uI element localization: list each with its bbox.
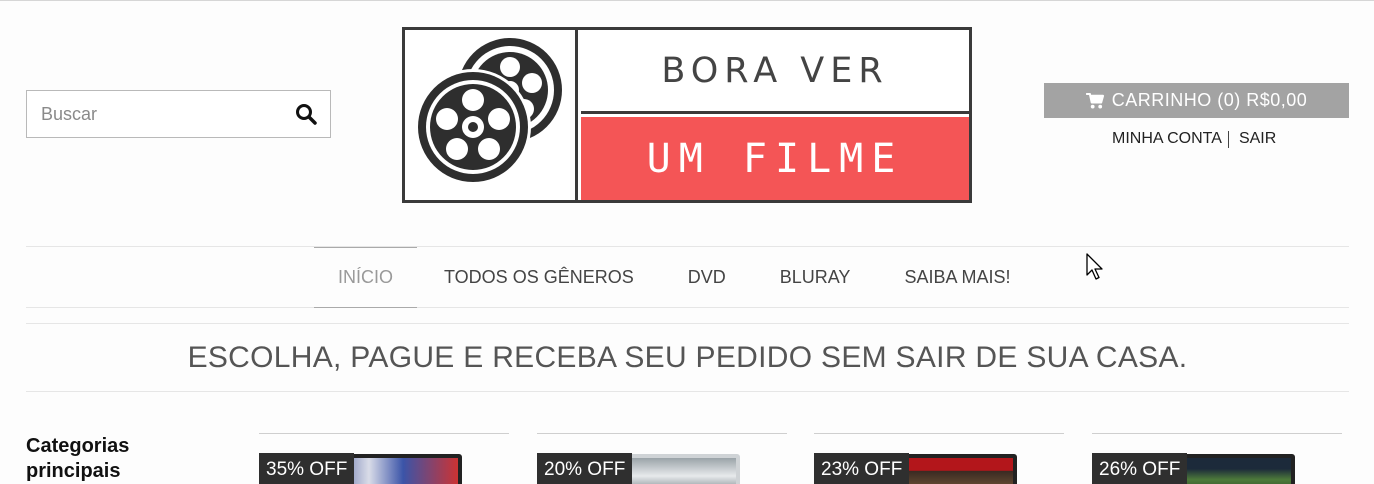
divider <box>1227 130 1229 148</box>
search-box <box>26 90 331 138</box>
store-logo[interactable]: BORA VER UM FILME <box>402 27 972 203</box>
search-icon[interactable] <box>294 102 318 126</box>
discount-badge: 23% OFF <box>814 453 910 484</box>
categories-heading: Categorias principais <box>26 434 129 484</box>
cart-icon <box>1085 92 1104 109</box>
main-nav: INÍCIO TODOS OS GÊNEROS DVD BLURAY SAIBA… <box>26 246 1349 308</box>
categories-heading-line-2: principais <box>26 460 121 482</box>
mouse-cursor-icon <box>1086 253 1103 280</box>
product-card[interactable]: 26% OFF <box>1092 433 1342 484</box>
categories-heading-line-1: Categorias <box>26 435 130 457</box>
nav-item-dvd[interactable]: DVD <box>661 247 753 308</box>
cart-button[interactable]: CARRINHO (0) R$0,00 <box>1044 83 1349 118</box>
logo-line-1: BORA VER <box>581 30 969 114</box>
product-card[interactable]: 35% OFF <box>259 433 509 484</box>
my-account-link[interactable]: MINHA CONTA <box>1112 130 1222 148</box>
nav-item-saiba-mais[interactable]: SAIBA MAIS! <box>877 247 1037 308</box>
nav-item-bluray[interactable]: BLURAY <box>753 247 878 308</box>
search-input[interactable] <box>27 91 287 137</box>
product-card[interactable]: 23% OFF <box>814 433 1064 484</box>
product-card[interactable]: 20% OFF <box>537 433 787 484</box>
discount-badge: 35% OFF <box>259 453 355 484</box>
discount-badge: 20% OFF <box>537 453 633 484</box>
nav-item-todos-generos[interactable]: TODOS OS GÊNEROS <box>417 247 661 308</box>
cart-label: CARRINHO (0) R$0,00 <box>1111 90 1308 110</box>
account-links: MINHA CONTA SAIR <box>1112 130 1276 148</box>
discount-badge: 26% OFF <box>1092 453 1188 484</box>
logout-link[interactable]: SAIR <box>1239 130 1276 148</box>
logo-line-2: UM FILME <box>581 117 969 200</box>
nav-item-inicio[interactable]: INÍCIO <box>314 247 418 308</box>
film-reel-icon <box>405 30 578 200</box>
promo-banner: ESCOLHA, PAGUE E RECEBA SEU PEDIDO SEM S… <box>26 323 1349 392</box>
